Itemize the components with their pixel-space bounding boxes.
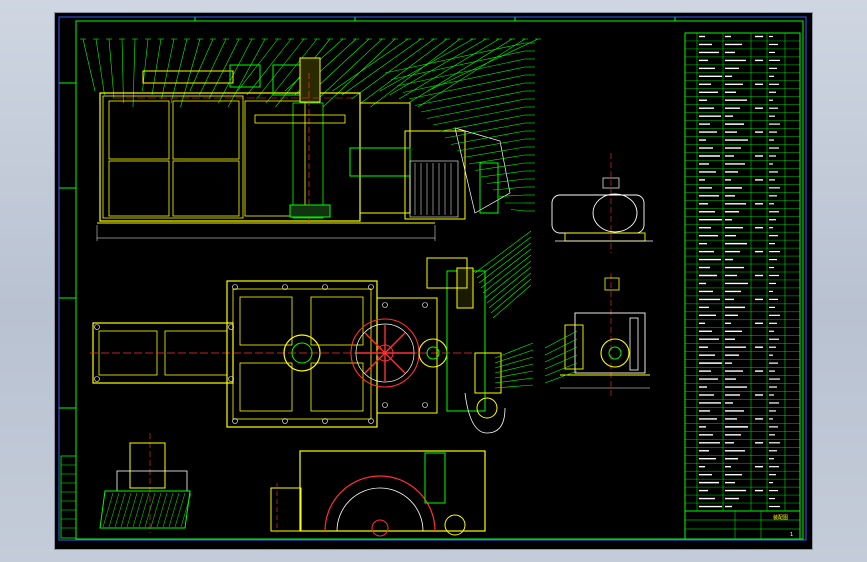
parts-list: [684, 32, 801, 512]
detail-section: [99, 433, 192, 533]
gear-section: [270, 450, 486, 537]
side-view-top: [551, 153, 653, 253]
sheet-border-outer: [58, 16, 807, 541]
drawing-canvas: 装配图 1: [58, 16, 807, 541]
title-block: 装配图 1: [684, 510, 801, 540]
plan-leaders: [474, 230, 534, 389]
left-stamp: [60, 455, 77, 539]
title-block-label: 装配图: [773, 514, 788, 521]
side-view-bottom: [560, 273, 650, 398]
front-view: [80, 38, 541, 241]
title-block-sheet: 1: [790, 532, 793, 538]
plan-view: [90, 257, 506, 434]
front-leaders-right: [384, 42, 535, 212]
cad-viewport[interactable]: 装配图 1: [55, 13, 812, 549]
